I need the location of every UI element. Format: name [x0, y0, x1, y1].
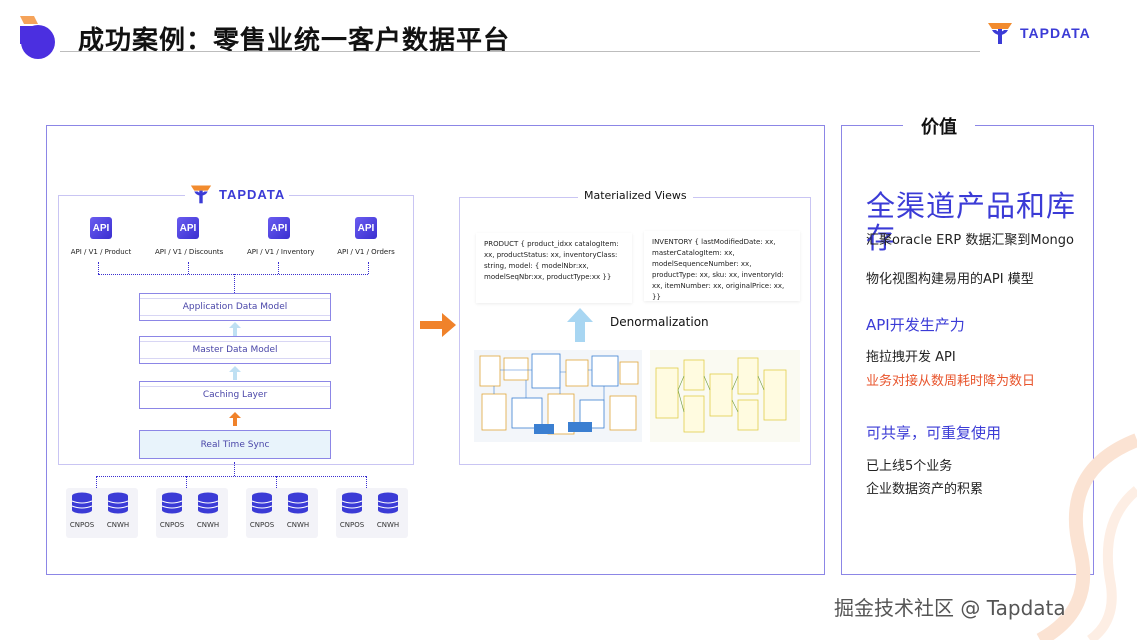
database-icon	[197, 492, 219, 518]
master-data-model-label: Master Data Model	[192, 345, 278, 355]
caching-layer-label: Caching Layer	[202, 390, 268, 400]
up-arrow-icon	[567, 308, 593, 346]
watermark: 掘金技术社区 @ Tapdata	[834, 596, 1066, 620]
real-time-sync-label: Real Time Sync	[200, 439, 270, 450]
api-label: API / V1 / Discounts	[155, 248, 224, 256]
target-model-diagram	[650, 350, 800, 442]
inner-brand-logo-text: TAPDATA	[219, 186, 286, 202]
source-label: CNWH	[196, 521, 220, 529]
database-icon	[107, 492, 129, 518]
api-connector-stem	[234, 274, 235, 293]
api-productivity-line-2: 业务对接从数周耗时降为数日	[866, 374, 1036, 389]
source-connector-drop	[186, 476, 187, 488]
caching-layer[interactable]: Caching Layer	[139, 381, 331, 409]
denormalization-label: Denormalization	[610, 315, 709, 329]
master-data-model[interactable]: Master Data Model	[139, 336, 331, 364]
application-data-model-label: Application Data Model	[182, 302, 288, 312]
share-title: 可共享，可重复使用	[866, 424, 1002, 442]
api-icon: API	[268, 217, 290, 239]
tapdata-logo-icon	[988, 23, 1012, 44]
value-heading: 价值	[903, 113, 975, 139]
brand-logo-text: TAPDATA	[1020, 25, 1091, 41]
api-endpoint-discounts[interactable]: API API / V1 / Discounts	[155, 217, 224, 256]
api-endpoint-orders[interactable]: API API / V1 / Orders	[336, 217, 396, 256]
up-arrow-icon	[229, 411, 241, 430]
title-divider	[60, 51, 980, 52]
api-productivity-line-1: 拖拉拽开发 API	[866, 350, 956, 365]
source-label: CNPOS	[159, 521, 185, 529]
inner-brand-logo: TAPDATA	[185, 183, 290, 205]
source-label: CNWH	[106, 521, 130, 529]
share-line-1: 已上线5个业务	[866, 459, 953, 474]
api-label: API / V1 / Orders	[337, 248, 395, 256]
source-label: CNWH	[376, 521, 400, 529]
api-label: API / V1 / Inventory	[247, 248, 315, 256]
database-icon	[251, 492, 273, 518]
deck-logo-mark	[16, 14, 58, 60]
api-connector-line	[98, 274, 368, 275]
source-connector-drop	[276, 476, 277, 488]
product-schema-card: PRODUCT { product_idxx catalogItem: xx, …	[476, 233, 632, 303]
source-label: CNPOS	[339, 521, 365, 529]
source-erd-diagram	[474, 350, 642, 442]
api-icon: API	[177, 217, 199, 239]
flow-arrow-icon	[420, 313, 456, 341]
materialized-views-title: Materialized Views	[578, 189, 693, 202]
real-time-sync[interactable]: Real Time Sync	[139, 430, 331, 459]
source-label: CNPOS	[249, 521, 275, 529]
api-endpoint-inventory[interactable]: API API / V1 / Inventory	[247, 217, 315, 256]
source-group-4[interactable]: CNPOS CNWH	[336, 488, 408, 538]
api-connector-drop	[188, 262, 189, 274]
brand-logo: TAPDATA	[986, 20, 1091, 46]
api-icon: API	[355, 217, 377, 239]
source-connector-line	[96, 476, 366, 477]
source-connector-drop	[366, 476, 367, 488]
database-icon	[341, 492, 363, 518]
tapdata-logo-icon	[190, 185, 212, 204]
source-group-3[interactable]: CNPOS CNWH	[246, 488, 318, 538]
source-label: CNWH	[286, 521, 310, 529]
api-icon: API	[90, 217, 112, 239]
api-connector-drop	[278, 262, 279, 274]
inventory-schema-card: INVENTORY { lastModifiedDate: xx, master…	[644, 231, 800, 301]
database-icon	[71, 492, 93, 518]
share-line-2: 企业数据资产的积累	[866, 482, 984, 497]
value-line-2: 物化视图构建易用的API 模型	[866, 272, 1034, 287]
api-endpoint-product[interactable]: API API / V1 / Product	[70, 217, 132, 256]
database-icon	[287, 492, 309, 518]
source-label: CNPOS	[69, 521, 95, 529]
source-connector-drop	[96, 476, 97, 488]
database-icon	[161, 492, 183, 518]
api-productivity-title: API开发生产力	[866, 316, 965, 334]
application-data-model[interactable]: Application Data Model	[139, 293, 331, 321]
database-icon	[377, 492, 399, 518]
api-label: API / V1 / Product	[70, 248, 132, 256]
source-connector-stem	[234, 462, 235, 476]
source-group-1[interactable]: CNPOS CNWH	[66, 488, 138, 538]
api-connector-drop	[368, 262, 369, 274]
source-group-2[interactable]: CNPOS CNWH	[156, 488, 228, 538]
value-line-1: 汇聚oracle ERP 数据汇聚到Mongo	[866, 233, 1074, 248]
api-connector-drop	[98, 262, 99, 274]
